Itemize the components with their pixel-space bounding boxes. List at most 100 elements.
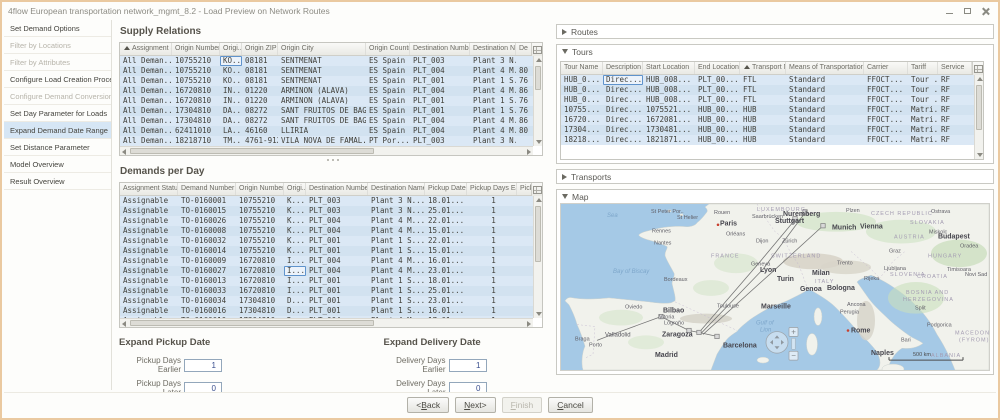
cell[interactable] — [517, 266, 533, 276]
cell[interactable]: DA... — [220, 106, 242, 116]
cell[interactable]: 1 — [467, 286, 517, 296]
cell[interactable] — [517, 236, 533, 246]
cell[interactable]: TO-0160032 — [178, 236, 236, 246]
cell[interactable]: 16720810 — [236, 266, 284, 276]
cell[interactable]: All Deman... — [120, 76, 172, 86]
scroll-right-icon[interactable] — [524, 147, 533, 156]
cell[interactable]: PLT_004 — [410, 116, 470, 126]
cell[interactable]: ES Spain — [366, 86, 410, 96]
cell[interactable]: VILA NOVA DE FAMAL... — [278, 136, 366, 146]
cell[interactable]: 80 — [516, 66, 533, 76]
vertical-scrollbar[interactable] — [533, 56, 542, 146]
cell[interactable]: PLT_003 — [410, 56, 470, 66]
routes-panel-header[interactable]: Routes — [557, 25, 993, 38]
cell[interactable]: 08181 — [242, 66, 278, 76]
cell[interactable]: PLT_001 — [306, 296, 368, 306]
cell[interactable] — [517, 206, 533, 216]
cell[interactable]: D... — [284, 296, 306, 306]
cell[interactable]: 16720810 — [236, 286, 284, 296]
cell[interactable]: RF — [938, 75, 972, 85]
cell[interactable]: 08272 — [242, 106, 278, 116]
cell[interactable]: 10755210 — [172, 76, 220, 86]
cell[interactable]: RF — [938, 115, 972, 125]
cell[interactable]: RF — [938, 105, 972, 115]
cell[interactable]: PLT_004 — [306, 216, 368, 226]
cell[interactable]: KO... — [220, 66, 242, 76]
cell[interactable]: TO-0160026 — [178, 216, 236, 226]
cell[interactable]: Assignable — [120, 236, 178, 246]
cell[interactable]: Plant 3 N... — [470, 56, 516, 66]
cell[interactable]: 17304810 — [172, 116, 220, 126]
cell[interactable]: FFOCT... — [864, 95, 908, 105]
scroll-down-icon[interactable] — [534, 309, 543, 318]
cell[interactable]: HUB_008... — [643, 75, 695, 85]
cell[interactable]: PLT_00... — [695, 95, 740, 105]
cell[interactable]: Standard — [786, 105, 864, 115]
scroll-down-icon[interactable] — [534, 137, 543, 146]
scroll-down-icon[interactable] — [975, 150, 984, 159]
cell[interactable]: PLT_001 — [410, 106, 470, 116]
cell[interactable]: 23.01... — [425, 266, 467, 276]
cell[interactable]: Direc... — [603, 105, 643, 115]
column-chooser-icon[interactable] — [531, 183, 542, 196]
cell[interactable]: Matri... — [908, 135, 938, 145]
scroll-up-icon[interactable] — [534, 56, 543, 65]
cell[interactable]: HUB — [740, 135, 786, 145]
cell[interactable] — [516, 56, 533, 66]
cell[interactable]: Plant 4 M... — [470, 86, 516, 96]
cell[interactable]: RF — [938, 125, 972, 135]
cell[interactable]: TM... — [220, 136, 242, 146]
horizontal-scrollbar[interactable] — [120, 146, 533, 155]
cell[interactable]: Standard — [786, 85, 864, 95]
column-chooser-icon[interactable] — [972, 62, 983, 75]
cell[interactable]: Assignable — [120, 216, 178, 226]
cell[interactable]: 16.01... — [425, 256, 467, 266]
cell[interactable]: ES Spain — [366, 106, 410, 116]
column-header[interactable]: Description — [603, 62, 643, 74]
cell[interactable]: FFOCT... — [864, 135, 908, 145]
vertical-scroll-thumb[interactable] — [535, 206, 541, 262]
cell[interactable]: 10755210 — [172, 66, 220, 76]
back-button[interactable]: <Back — [407, 397, 449, 413]
vertical-scroll-thumb[interactable] — [976, 85, 982, 130]
pickup-days-earlier-input[interactable] — [184, 359, 222, 372]
cell[interactable]: Plant 4 M... — [368, 256, 425, 266]
cancel-button[interactable]: Cancel — [548, 397, 592, 413]
cell[interactable]: PLT_001 — [306, 306, 368, 316]
cell[interactable]: Direc... — [603, 85, 643, 95]
cell[interactable] — [517, 256, 533, 266]
cell[interactable]: 18218710 — [172, 136, 220, 146]
cell[interactable]: IN... — [220, 86, 242, 96]
cell[interactable]: IN... — [220, 96, 242, 106]
cell[interactable] — [517, 216, 533, 226]
cell[interactable]: TO-0160014 — [178, 246, 236, 256]
cell[interactable]: 10755210 — [236, 226, 284, 236]
column-header[interactable]: Tariff — [908, 62, 938, 74]
title-bar[interactable]: 4flow European transportation network_mg… — [2, 2, 998, 18]
column-header[interactable]: Destination Number — [306, 183, 368, 195]
cell[interactable]: Assignable — [120, 306, 178, 316]
cell[interactable]: FFOCT... — [864, 125, 908, 135]
cell[interactable]: RF — [938, 95, 972, 105]
cell[interactable]: 08181 — [242, 56, 278, 66]
cell[interactable]: 10755210 — [236, 216, 284, 226]
cell[interactable]: FFOCT... — [864, 85, 908, 95]
transports-panel-header[interactable]: Transports — [557, 170, 993, 183]
cell[interactable]: TO-0160008 — [178, 226, 236, 236]
cell[interactable]: Plant 4 M... — [470, 66, 516, 76]
column-header[interactable]: Pickup Date — [425, 183, 467, 195]
cell[interactable]: Plant 3 N... — [470, 136, 516, 146]
map-canvas[interactable]: SeaSt Peter Por..St HelierRouenLUXEMBOUR… — [560, 203, 990, 371]
cell[interactable] — [517, 226, 533, 236]
column-header[interactable]: Origin Number — [172, 43, 220, 55]
cell[interactable]: HUB_0... — [561, 75, 603, 85]
column-header[interactable]: Destination Number — [410, 43, 470, 55]
column-header[interactable]: Destination Name — [470, 43, 516, 55]
cell[interactable]: 17304... — [561, 125, 603, 135]
cell[interactable]: FTL — [740, 75, 786, 85]
cell[interactable]: SENTMENAT — [278, 66, 366, 76]
cell[interactable]: 1 — [467, 216, 517, 226]
cell[interactable]: 22.01... — [425, 216, 467, 226]
cell[interactable]: Plant 4 M... — [470, 116, 516, 126]
cell[interactable]: 23.01... — [425, 296, 467, 306]
